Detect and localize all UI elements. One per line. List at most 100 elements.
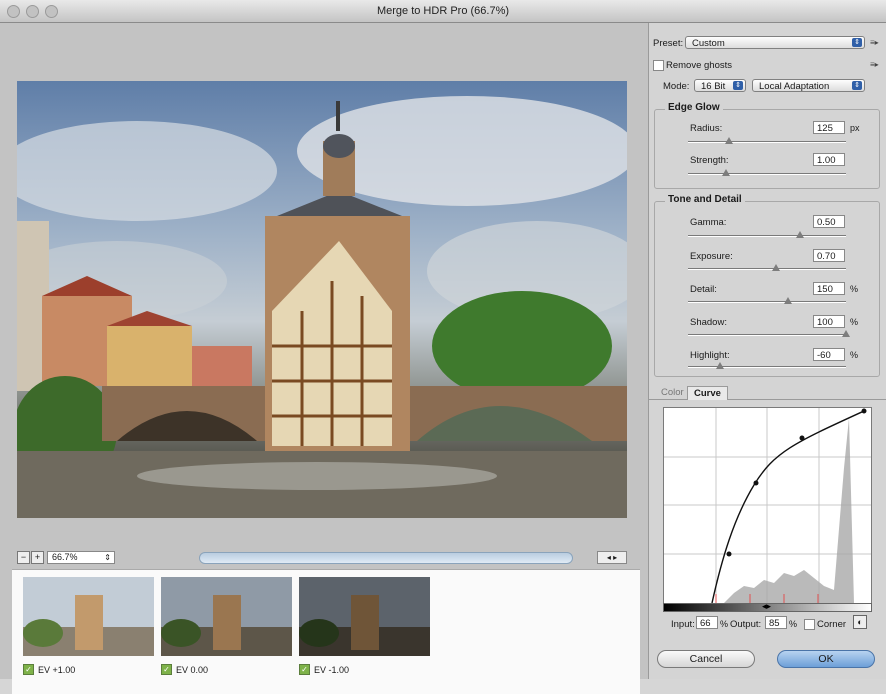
exposure-slider[interactable] bbox=[688, 264, 846, 271]
remove-ghosts-label: Remove ghosts bbox=[666, 60, 733, 71]
scroll-right-icon[interactable]: ▸ bbox=[613, 553, 617, 562]
preset-menu-icon[interactable]: ≡▸ bbox=[870, 38, 879, 47]
tone-detail-group bbox=[654, 201, 880, 377]
highlight-slider[interactable] bbox=[688, 362, 846, 369]
exposure-item: ✓ EV -1.00 bbox=[299, 664, 349, 675]
radius-slider-thumb[interactable] bbox=[725, 137, 734, 144]
window-title: Merge to HDR Pro (66.7%) bbox=[376, 5, 510, 17]
input-label: Input: bbox=[671, 619, 695, 630]
detail-slider[interactable] bbox=[688, 297, 846, 304]
corner-label: Corner bbox=[817, 619, 847, 630]
scroll-arrows[interactable]: ◂ ▸ bbox=[597, 551, 627, 564]
highlight-unit: % bbox=[850, 350, 859, 360]
exposure-checkbox[interactable]: ✓ bbox=[23, 664, 34, 675]
radius-unit: px bbox=[850, 123, 860, 133]
zoom-level-value: 66.7% bbox=[52, 552, 78, 562]
double-arrow-icon[interactable]: ◂▸ bbox=[762, 601, 771, 612]
hdr-preview-image[interactable] bbox=[17, 81, 627, 518]
remove-ghosts-checkbox[interactable] bbox=[653, 60, 664, 71]
histogram bbox=[724, 418, 854, 603]
radius-label: Radius: bbox=[690, 123, 723, 134]
curve-point[interactable] bbox=[799, 435, 805, 441]
thumbnail-image bbox=[161, 577, 292, 656]
exposure-slider-thumb[interactable] bbox=[772, 264, 781, 271]
window-titlebar: Merge to HDR Pro (66.7%) bbox=[0, 0, 886, 23]
highlight-slider-thumb[interactable] bbox=[715, 362, 724, 369]
chevron-updown-icon: ⇕ bbox=[852, 38, 862, 47]
output-label: Output: bbox=[730, 619, 762, 630]
strength-field[interactable]: 1.00 bbox=[813, 153, 845, 166]
shadow-unit: % bbox=[850, 317, 859, 327]
strength-label: Strength: bbox=[690, 155, 729, 166]
curve-svg bbox=[664, 408, 871, 604]
gamma-slider-thumb[interactable] bbox=[796, 231, 805, 238]
preset-value: Custom bbox=[692, 38, 725, 49]
radius-field[interactable]: 125 bbox=[813, 121, 845, 134]
exposure-field[interactable]: 0.70 bbox=[813, 249, 845, 262]
gamma-slider[interactable] bbox=[688, 231, 846, 238]
shadow-field[interactable]: 100 bbox=[813, 315, 845, 328]
input-unit: % bbox=[720, 619, 729, 629]
reset-curve-icon[interactable]: ◐ bbox=[853, 615, 867, 629]
zoom-out-button[interactable]: − bbox=[17, 551, 30, 564]
exposure-thumbnail[interactable] bbox=[161, 577, 292, 656]
radius-slider[interactable] bbox=[688, 137, 846, 144]
horizontal-scrollbar[interactable] bbox=[199, 552, 573, 564]
gamma-label: Gamma: bbox=[690, 217, 727, 228]
method-select[interactable]: Local Adaptation ⇕ bbox=[752, 79, 865, 92]
input-gradient-bar: ◂▸ bbox=[663, 601, 872, 612]
detail-slider-thumb[interactable] bbox=[783, 297, 792, 304]
source-filmstrip: ✓ EV +1.00 ✓ EV 0.00 ✓ EV -1.00 bbox=[12, 569, 640, 694]
edge-glow-title: Edge Glow bbox=[665, 102, 723, 113]
input-field[interactable]: 66 bbox=[696, 616, 718, 629]
strength-slider-thumb[interactable] bbox=[721, 169, 730, 176]
curve-point[interactable] bbox=[726, 551, 732, 557]
shadow-label: Shadow: bbox=[690, 317, 727, 328]
edge-glow-group bbox=[654, 109, 880, 189]
output-unit: % bbox=[789, 619, 798, 629]
shadow-slider-thumb[interactable] bbox=[842, 330, 850, 337]
preview-area: − + 66.7% ⇕ ◂ ▸ ✓ EV +1.00 ✓ EV 0.00 ✓ E… bbox=[0, 23, 648, 694]
tab-curve[interactable]: Curve bbox=[687, 386, 728, 400]
scroll-left-icon[interactable]: ◂ bbox=[607, 553, 611, 562]
curve-graph[interactable] bbox=[663, 407, 872, 604]
window-controls bbox=[7, 5, 58, 18]
exposure-thumbnail[interactable] bbox=[299, 577, 430, 656]
exposure-thumbnail[interactable] bbox=[23, 577, 154, 656]
curve-point[interactable] bbox=[861, 408, 867, 414]
exposure-label: Exposure: bbox=[690, 251, 733, 262]
zoom-in-button[interactable]: + bbox=[31, 551, 44, 564]
highlight-field[interactable]: -60 bbox=[813, 348, 845, 361]
close-window-button[interactable] bbox=[7, 5, 20, 18]
strength-slider[interactable] bbox=[688, 169, 846, 176]
shadow-slider[interactable] bbox=[688, 330, 850, 337]
zoom-level-select[interactable]: 66.7% ⇕ bbox=[47, 551, 115, 564]
bridge-town-photo bbox=[17, 96, 627, 518]
bit-depth-value: 16 Bit bbox=[701, 81, 726, 92]
output-field[interactable]: 85 bbox=[765, 616, 787, 629]
exposure-checkbox[interactable]: ✓ bbox=[161, 664, 172, 675]
zoom-window-button[interactable] bbox=[45, 5, 58, 18]
detail-unit: % bbox=[850, 284, 859, 294]
ok-button[interactable]: OK bbox=[777, 650, 875, 668]
detail-field[interactable]: 150 bbox=[813, 282, 845, 295]
exposure-item: ✓ EV +1.00 bbox=[23, 664, 75, 675]
bit-depth-select[interactable]: 16 Bit ⇕ bbox=[694, 79, 746, 92]
ghost-menu-icon[interactable]: ≡▸ bbox=[870, 60, 879, 69]
chevron-updown-icon: ⇕ bbox=[852, 81, 862, 90]
gamma-field[interactable]: 0.50 bbox=[813, 215, 845, 228]
curve-point[interactable] bbox=[753, 480, 759, 486]
preset-select[interactable]: Custom ⇕ bbox=[685, 36, 865, 49]
cancel-button[interactable]: Cancel bbox=[657, 650, 755, 668]
preset-label: Preset: bbox=[653, 38, 684, 49]
detail-label: Detail: bbox=[690, 284, 717, 295]
thumbnail-image bbox=[299, 577, 430, 656]
minimize-window-button[interactable] bbox=[26, 5, 39, 18]
tone-detail-title: Tone and Detail bbox=[665, 194, 745, 205]
exposure-label: EV -1.00 bbox=[314, 664, 350, 675]
exposure-checkbox[interactable]: ✓ bbox=[299, 664, 310, 675]
chevron-updown-icon: ⇕ bbox=[733, 81, 743, 90]
tab-color[interactable]: Color bbox=[655, 386, 690, 399]
corner-checkbox[interactable] bbox=[804, 619, 815, 630]
method-value: Local Adaptation bbox=[759, 81, 830, 92]
